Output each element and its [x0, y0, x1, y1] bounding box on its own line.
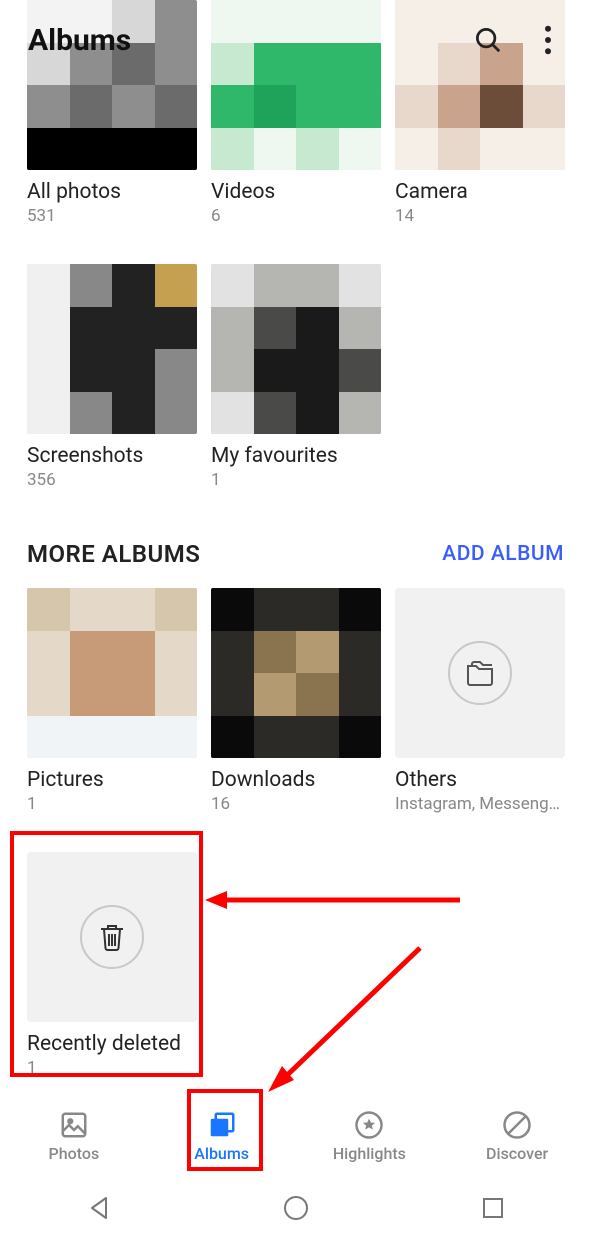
tab-photos[interactable]: Photos [24, 1110, 124, 1163]
album-my-favourites[interactable]: My favourites 1 [211, 264, 381, 490]
album-count: 16 [211, 794, 381, 814]
folder-icon [448, 641, 512, 705]
album-title: All photos [27, 180, 197, 204]
bottom-nav: Photos Albums Highlights Discover [0, 1095, 591, 1177]
albums-grid-more: Pictures 1 Downloads 16 Others Instagram… [27, 588, 564, 1078]
album-title: Recently deleted [27, 1032, 197, 1056]
albums-icon [207, 1110, 237, 1140]
header: Albums [0, 0, 591, 80]
album-count: 356 [27, 470, 197, 490]
system-back-button[interactable] [85, 1194, 113, 1222]
album-thumbnail [27, 588, 197, 758]
album-title: My favourites [211, 444, 381, 468]
discover-icon [502, 1110, 532, 1140]
highlights-icon [354, 1110, 384, 1140]
album-count: 1 [211, 470, 381, 490]
album-subtitle: Instagram, Messenge… [395, 794, 565, 814]
system-nav-bar [0, 1177, 591, 1239]
tab-albums[interactable]: Albums [172, 1110, 272, 1163]
album-screenshots[interactable]: Screenshots 356 [27, 264, 197, 490]
album-count: 14 [395, 206, 565, 226]
album-title: Videos [211, 180, 381, 204]
album-downloads[interactable]: Downloads 16 [211, 588, 381, 814]
album-count: 1 [27, 794, 197, 814]
album-count: 531 [27, 206, 197, 226]
album-thumbnail [395, 588, 565, 758]
tab-label: Discover [486, 1144, 548, 1163]
photo-icon [59, 1110, 89, 1140]
album-count: 6 [211, 206, 381, 226]
page-title: Albums [28, 23, 473, 58]
album-thumbnail [27, 264, 197, 434]
search-icon[interactable] [473, 25, 503, 55]
tab-discover[interactable]: Discover [467, 1110, 567, 1163]
album-others[interactable]: Others Instagram, Messenge… [395, 588, 565, 814]
more-options-icon[interactable] [533, 25, 563, 55]
album-count: 1 [27, 1058, 197, 1078]
album-title: Screenshots [27, 444, 197, 468]
tab-highlights[interactable]: Highlights [319, 1110, 419, 1163]
album-thumbnail [211, 588, 381, 758]
album-pictures[interactable]: Pictures 1 [27, 588, 197, 814]
trash-icon [80, 905, 144, 969]
album-thumbnail [211, 264, 381, 434]
tab-label: Albums [194, 1144, 249, 1163]
add-album-button[interactable]: ADD ALBUM [442, 542, 564, 566]
more-albums-heading: MORE ALBUMS [27, 540, 200, 568]
album-title: Downloads [211, 768, 381, 792]
system-recents-button[interactable] [479, 1194, 507, 1222]
tab-label: Highlights [333, 1144, 406, 1163]
album-recently-deleted[interactable]: Recently deleted 1 [27, 852, 197, 1078]
album-thumbnail [27, 852, 197, 1022]
tab-label: Photos [49, 1144, 100, 1163]
album-title: Pictures [27, 768, 197, 792]
album-title: Others [395, 768, 565, 792]
album-title: Camera [395, 180, 565, 204]
header-actions [473, 25, 563, 55]
system-home-button[interactable] [282, 1194, 310, 1222]
more-albums-header: MORE ALBUMS ADD ALBUM [27, 540, 564, 568]
